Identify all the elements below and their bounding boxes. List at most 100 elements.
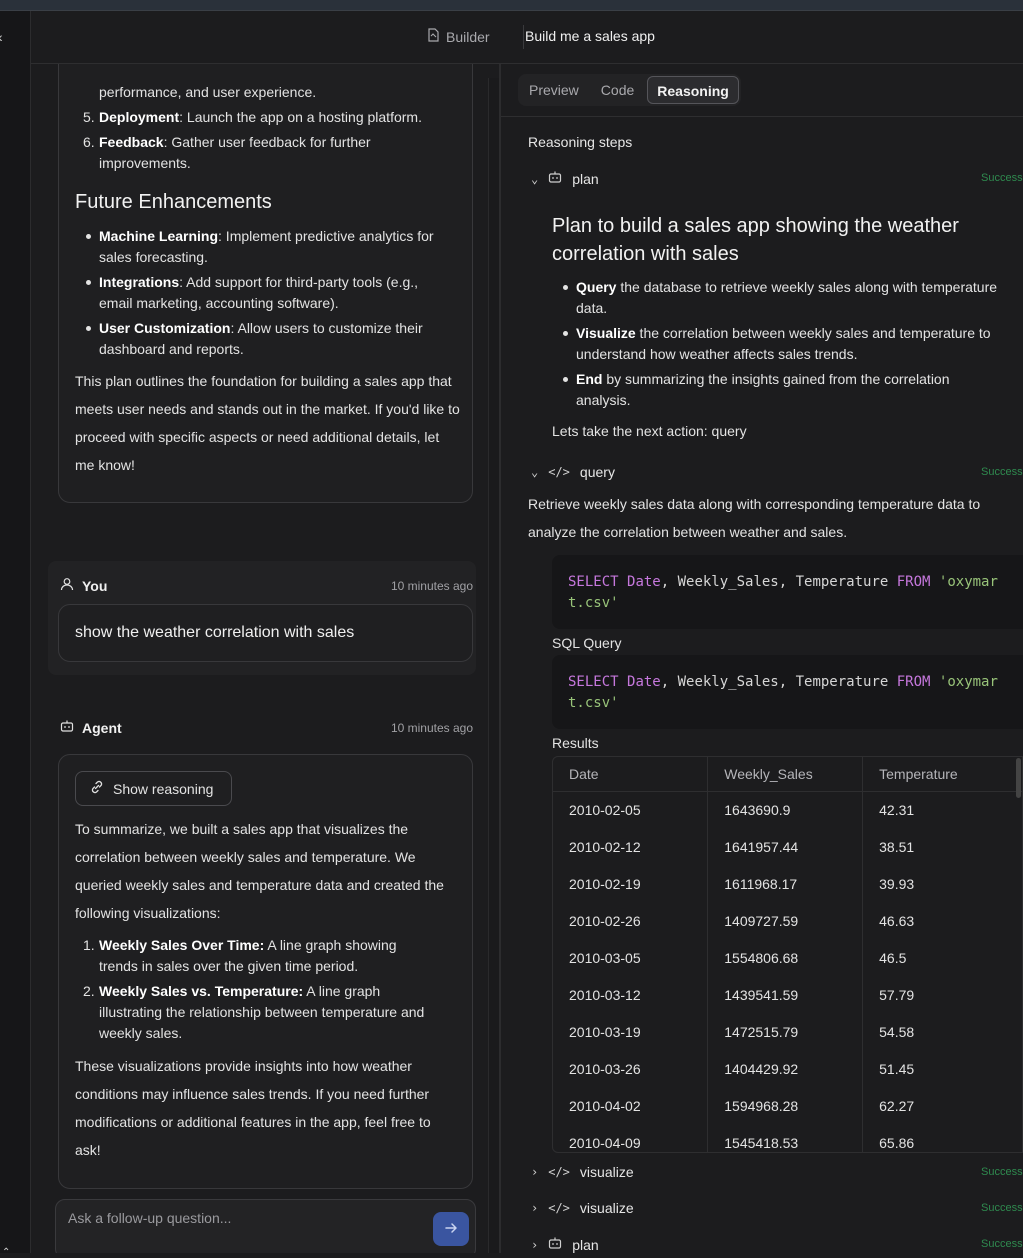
arrow-right-icon bbox=[444, 1221, 458, 1238]
user-message-bubble: show the weather correlation with sales bbox=[58, 604, 473, 662]
left-rail: ‹ ⌃ bbox=[0, 11, 31, 1258]
list-item: improvements. bbox=[99, 155, 191, 171]
step-visualize-header[interactable]: › </> visualize bbox=[531, 1200, 634, 1216]
table-row: 2010-03-05 1554806.68 46.5 bbox=[553, 939, 1023, 976]
column-header[interactable]: Weekly_Sales bbox=[707, 757, 864, 792]
agent-message-card: Show reasoning To summarize, we built a … bbox=[58, 754, 473, 1189]
list-item: Integrations: Add support for third-part… bbox=[86, 272, 418, 293]
user-message-time: 10 minutes ago bbox=[390, 579, 473, 593]
section-heading: Future Enhancements bbox=[75, 191, 272, 213]
query-description: Retrieve weekly sales data along with co… bbox=[528, 496, 981, 540]
table-cell: 38.51 bbox=[862, 828, 1023, 865]
table-cell: 2010-03-26 bbox=[553, 1050, 709, 1087]
builder-label: Builder bbox=[446, 28, 490, 45]
list-item: 5. Deployment: Launch the app on a hostin… bbox=[83, 109, 422, 125]
page-title: Build me a sales app bbox=[525, 28, 655, 44]
agent-outro: These visualizations provide insights in… bbox=[75, 1058, 431, 1158]
send-button[interactable] bbox=[433, 1212, 469, 1246]
step-query-header[interactable]: ⌄ </> query bbox=[531, 464, 615, 480]
step-plan-header[interactable]: › plan bbox=[531, 1236, 599, 1253]
chevron-down-icon: ⌄ bbox=[531, 465, 539, 479]
show-reasoning-button[interactable]: Show reasoning bbox=[75, 771, 232, 806]
next-action-text: Lets take the next action: query bbox=[552, 423, 747, 439]
table-cell: 1643690.9 bbox=[707, 791, 864, 828]
table-cell: 2010-03-12 bbox=[553, 976, 709, 1013]
reasoning-panel: Preview Code Reasoning Reasoning steps ⌄… bbox=[501, 64, 1023, 1253]
code-icon: </> bbox=[548, 1165, 570, 1179]
table-cell: 46.63 bbox=[862, 902, 1023, 939]
view-tabs: Preview Code Reasoning bbox=[518, 74, 741, 106]
list-item: dashboard and reports. bbox=[99, 341, 244, 357]
link-icon bbox=[89, 779, 105, 798]
table-row: 2010-02-12 1641957.44 38.51 bbox=[553, 828, 1023, 865]
table-cell: 42.31 bbox=[862, 791, 1023, 828]
table-row: 2010-03-12 1439541.59 57.79 bbox=[553, 976, 1023, 1013]
table-cell: 2010-02-12 bbox=[553, 828, 709, 865]
step-plan-header[interactable]: ⌄ plan bbox=[531, 170, 599, 187]
follow-up-input[interactable] bbox=[68, 1210, 418, 1226]
results-table: Date Weekly_Sales Temperature 2010-02-05… bbox=[552, 756, 1023, 1153]
collapse-sidebar-icon[interactable]: ‹ bbox=[0, 29, 3, 45]
table-cell: 1641957.44 bbox=[707, 828, 864, 865]
list-item: understand how weather affects sales tre… bbox=[576, 346, 858, 362]
status-badge: Success bbox=[981, 172, 1023, 184]
window-top-strip bbox=[0, 0, 1023, 11]
table-cell: 51.45 bbox=[862, 1050, 1023, 1087]
list-item: email marketing, accounting software). bbox=[99, 295, 339, 311]
chevron-down-icon: ⌄ bbox=[531, 171, 539, 186]
step-visualize-header[interactable]: › </> visualize bbox=[531, 1164, 634, 1180]
table-cell: 54.58 bbox=[862, 1013, 1023, 1050]
list-item: Machine Learning: Implement predictive a… bbox=[86, 226, 434, 247]
tab-preview[interactable]: Preview bbox=[520, 76, 588, 104]
list-item: illustrating the relationship between te… bbox=[99, 1004, 425, 1020]
table-row: 2010-04-02 1594968.28 62.27 bbox=[553, 1087, 1023, 1124]
chevron-right-icon: › bbox=[531, 1237, 539, 1252]
header-divider bbox=[523, 25, 524, 49]
table-cell: 2010-03-05 bbox=[553, 939, 709, 976]
chat-panel[interactable]: performance, and user experience. 5. Depl… bbox=[31, 64, 489, 1253]
table-cell: 1472515.79 bbox=[707, 1013, 864, 1050]
tab-code[interactable]: Code bbox=[592, 76, 643, 104]
list-item: sales forecasting. bbox=[99, 249, 208, 265]
status-badge: Success bbox=[981, 466, 1023, 478]
agent-plan-card: performance, and user experience. 5. Depl… bbox=[58, 64, 473, 503]
app-header: Builder Build me a sales app bbox=[31, 11, 1023, 64]
sql-query-label: SQL Query bbox=[552, 635, 622, 651]
plan-heading: Plan to build a sales app showing the we… bbox=[552, 215, 959, 265]
robot-icon bbox=[60, 719, 74, 736]
table-cell: 1409727.59 bbox=[707, 902, 864, 939]
robot-icon bbox=[548, 1236, 562, 1253]
table-row: 2010-02-26 1409727.59 46.63 bbox=[553, 902, 1023, 939]
table-scrollbar[interactable] bbox=[1016, 758, 1021, 798]
document-icon bbox=[427, 28, 440, 45]
table-cell: 46.5 bbox=[862, 939, 1023, 976]
tab-reasoning[interactable]: Reasoning bbox=[647, 76, 739, 104]
table-cell: 39.93 bbox=[862, 865, 1023, 902]
table-cell: 57.79 bbox=[862, 976, 1023, 1013]
user-icon bbox=[60, 577, 74, 594]
agent-message-time: 10 minutes ago bbox=[390, 721, 473, 735]
follow-up-input-box[interactable] bbox=[55, 1199, 476, 1253]
chevron-right-icon: › bbox=[531, 1165, 539, 1179]
table-cell: 2010-04-09 bbox=[553, 1124, 709, 1152]
table-cell: 1554806.68 bbox=[707, 939, 864, 976]
list-item: 1. Weekly Sales Over Time: A line graph s… bbox=[83, 937, 397, 953]
table-row: 2010-03-19 1472515.79 54.58 bbox=[553, 1013, 1023, 1050]
table-cell: 1545418.53 bbox=[707, 1124, 864, 1152]
list-item: weekly sales. bbox=[99, 1025, 183, 1041]
list-item: 2. Weekly Sales vs. Temperature: A line g… bbox=[83, 983, 381, 999]
agent-name: Agent bbox=[60, 719, 122, 736]
table-cell: 65.86 bbox=[862, 1124, 1023, 1152]
sql-query-block: SELECT Date, Weekly_Sales, Temperature F… bbox=[552, 655, 1023, 729]
table-header-row: Date Weekly_Sales Temperature bbox=[553, 757, 1023, 792]
table-cell: 62.27 bbox=[862, 1087, 1023, 1124]
builder-link[interactable]: Builder bbox=[427, 28, 490, 45]
column-header[interactable]: Temperature bbox=[862, 757, 1023, 792]
table-cell: 1611968.17 bbox=[707, 865, 864, 902]
column-header[interactable]: Date bbox=[553, 757, 709, 792]
list-item: User Customization: Allow users to custo… bbox=[86, 318, 423, 339]
sql-code-block: SELECT Date, Weekly_Sales, Temperature F… bbox=[552, 555, 1023, 629]
chevron-right-icon: › bbox=[531, 1201, 539, 1215]
status-badge: Success bbox=[981, 1238, 1023, 1250]
table-cell: 2010-02-05 bbox=[553, 791, 709, 828]
